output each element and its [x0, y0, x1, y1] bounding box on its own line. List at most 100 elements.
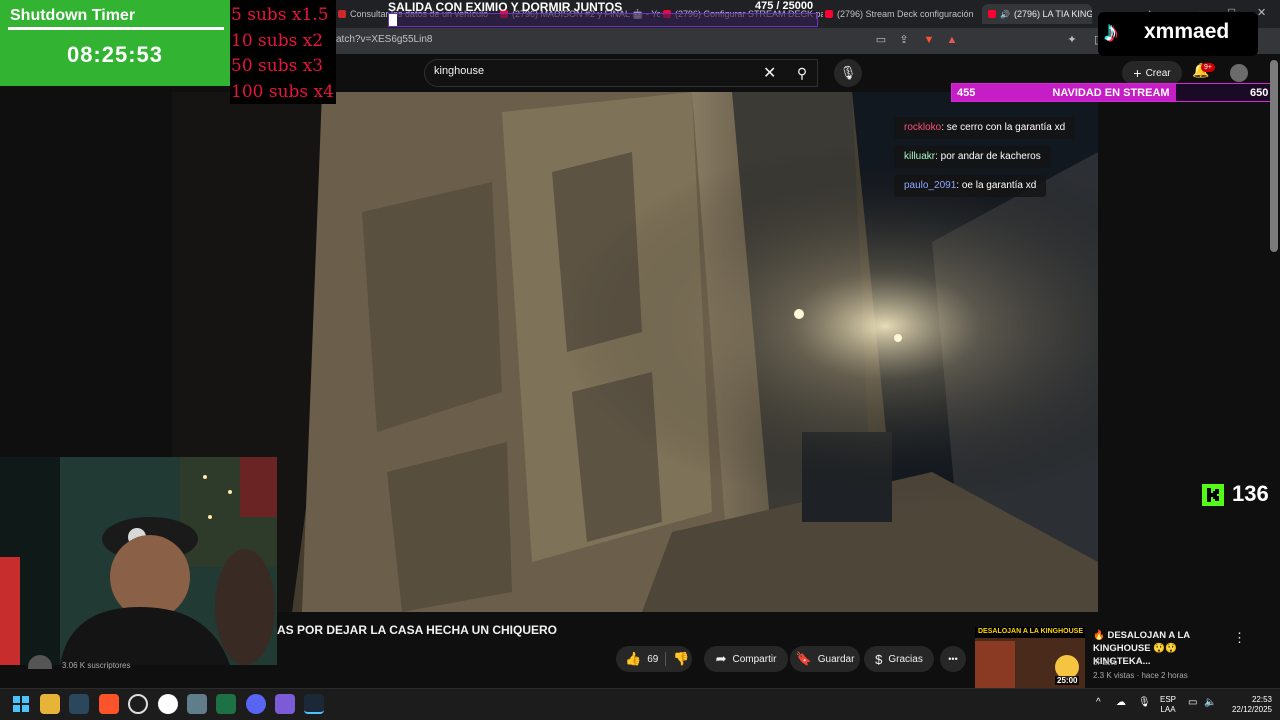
- microphone-icon[interactable]: 🎙: [834, 59, 862, 87]
- share-arrow-icon: ➦: [715, 651, 727, 666]
- webcam-overlay: [0, 457, 277, 665]
- timer-title: Shutdown Timer: [10, 7, 136, 24]
- thumbnail-caption: DESALOJAN A LA KINGHOUSE: [978, 628, 1084, 635]
- thumbs-down-icon[interactable]: 👎: [673, 651, 689, 667]
- stream-deck-icon[interactable]: [275, 694, 295, 714]
- kick-icon: [1202, 484, 1224, 506]
- timer-value: 08:25:53: [66, 42, 164, 67]
- recommended-channel[interactable]: 5Facto: [1093, 658, 1117, 667]
- more-actions-button[interactable]: •••: [940, 646, 966, 672]
- calculator-icon[interactable]: [187, 694, 207, 714]
- tab-youtube-active[interactable]: 🔊(2796) LA TIA KINGHOUSE: [982, 4, 1092, 24]
- chat-user: rockloko: [904, 122, 942, 133]
- brave-icon[interactable]: [99, 694, 119, 714]
- search-icon[interactable]: ⚲: [786, 59, 818, 87]
- create-label: Crear: [1145, 67, 1171, 79]
- microphone-tray-icon[interactable]: 🎙: [1138, 697, 1151, 708]
- steam-icon[interactable]: [69, 694, 89, 714]
- like-count: 69: [647, 653, 659, 665]
- discord-icon[interactable]: [246, 694, 266, 714]
- notification-badge: 9+: [1201, 63, 1215, 72]
- subs-multiplier-list: 5 subs x1.5 10 subs x2 50 subs x3 100 su…: [230, 0, 336, 104]
- subs-line: 50 subs x3: [231, 56, 324, 76]
- thanks-icon: $: [875, 651, 883, 667]
- close-window-button[interactable]: ✕: [1257, 6, 1266, 19]
- volume-icon[interactable]: 🔈: [1204, 697, 1216, 708]
- youtube-icon: [825, 10, 833, 18]
- recommended-meta: 2.3 K vistas · hace 2 horas: [1093, 671, 1188, 680]
- avatar[interactable]: [1230, 64, 1248, 82]
- subscriber-count: 3.06 K suscriptores: [62, 661, 131, 670]
- chat-message: rockloko: se cerro con la garantía xd: [894, 117, 1076, 139]
- lang-region: LAA: [1160, 705, 1176, 714]
- plus-icon: +: [1133, 65, 1142, 81]
- settings-icon[interactable]: [128, 694, 148, 714]
- language-indicator[interactable]: ESP LAA: [1160, 695, 1176, 715]
- video-frame: [172, 92, 1098, 612]
- tab-label: (2796) LA TIA KINGHOUSE: [1013, 9, 1092, 19]
- timer-divider: [8, 27, 224, 30]
- clock-date: 22/12/2025: [1231, 705, 1272, 714]
- rewards-icon[interactable]: ▲: [945, 33, 959, 47]
- cloud-icon[interactable]: ☁: [1116, 697, 1126, 708]
- goal-progress-bar: [388, 13, 818, 27]
- navidad-title: NAVIDAD EN STREAM: [1052, 87, 1170, 99]
- cast-icon[interactable]: ▭: [874, 33, 888, 47]
- video-duration: 25:00: [1055, 676, 1080, 685]
- tiktok-icon: ♪: [1104, 16, 1118, 47]
- create-button[interactable]: + Crear: [1122, 61, 1182, 85]
- subs-line: 100 subs x4: [231, 81, 334, 102]
- share-button[interactable]: ➦ Compartir: [704, 646, 788, 672]
- scrollbar[interactable]: [1270, 60, 1278, 252]
- close-icon[interactable]: ✕: [763, 63, 776, 83]
- tab-label: (2796) Stream Deck configuración de: [837, 9, 975, 19]
- chat-text: : oe la garantía xd: [956, 180, 1037, 191]
- more-vert-icon[interactable]: ⋮: [1233, 630, 1246, 646]
- speaker-icon: 🔊: [1000, 9, 1010, 19]
- save-button[interactable]: 🔖 Guardar: [790, 646, 860, 672]
- subs-line: 10 subs x2: [231, 30, 324, 51]
- video-title: AS POR DEJAR LA CASA HECHA UN CHIQUERO: [277, 623, 558, 637]
- youtube-icon: [988, 10, 996, 18]
- search-input[interactable]: kinghouse: [434, 65, 484, 77]
- save-label: Guardar: [817, 653, 855, 665]
- lang-code: ESP: [1160, 695, 1177, 704]
- navidad-target: 650: [1250, 87, 1269, 99]
- chat-message: paulo_2091: oe la garantía xd: [894, 175, 1047, 197]
- subs-line: 5 subs x1.5: [231, 5, 329, 25]
- goal-count: 475 / 25000: [755, 0, 814, 12]
- thanks-label: Gracias: [888, 653, 923, 665]
- navidad-current: 455: [957, 87, 976, 99]
- like-divider: [665, 652, 666, 666]
- share-icon[interactable]: ⇪: [897, 33, 911, 47]
- file-explorer-icon[interactable]: [40, 694, 60, 714]
- goal-title: SALIDA CON EXIMIO Y DORMIR JUNTOS: [388, 0, 623, 14]
- kick-viewer-count: 136: [1232, 481, 1269, 506]
- chat-user: killuakr: [904, 151, 936, 162]
- chat-text: : se cerro con la garantía xd: [941, 122, 1066, 133]
- share-label: Compartir: [732, 653, 777, 665]
- clock[interactable]: 22:53 22/12/2025: [1222, 695, 1272, 715]
- chat-text: : por andar de kacheros: [935, 151, 1041, 162]
- favicon-icon: [338, 10, 346, 18]
- steam-active-icon[interactable]: [304, 694, 324, 714]
- video-player[interactable]: [172, 92, 1098, 612]
- network-icon[interactable]: ▭: [1188, 697, 1197, 708]
- excel-icon[interactable]: [216, 694, 236, 714]
- goal-progress-fill: [389, 14, 397, 26]
- thanks-button[interactable]: $ Gracias: [864, 646, 934, 672]
- recommended-thumbnail[interactable]: DESALOJAN A LA KINGHOUSE 25:00: [975, 627, 1085, 689]
- brave-shield-icon[interactable]: ▼: [922, 33, 936, 47]
- clock-time: 22:53: [1251, 695, 1272, 704]
- tiktok-username: xmmaed: [1144, 20, 1230, 43]
- url-field[interactable]: atch?v=XES6g55Lin8: [336, 34, 432, 45]
- windows-start-icon[interactable]: [11, 694, 31, 714]
- chat-message: killuakr: por andar de kacheros: [894, 146, 1051, 168]
- extensions-icon[interactable]: ✦: [1065, 33, 1079, 47]
- thumbs-up-icon: 👍: [625, 651, 642, 666]
- chat-user: paulo_2091: [904, 180, 957, 191]
- bookmark-icon: 🔖: [795, 651, 812, 666]
- tab-youtube-3[interactable]: (2796) Stream Deck configuración de: [825, 4, 975, 24]
- obs-icon[interactable]: [158, 694, 178, 714]
- chevron-up-icon[interactable]: ^: [1096, 697, 1101, 708]
